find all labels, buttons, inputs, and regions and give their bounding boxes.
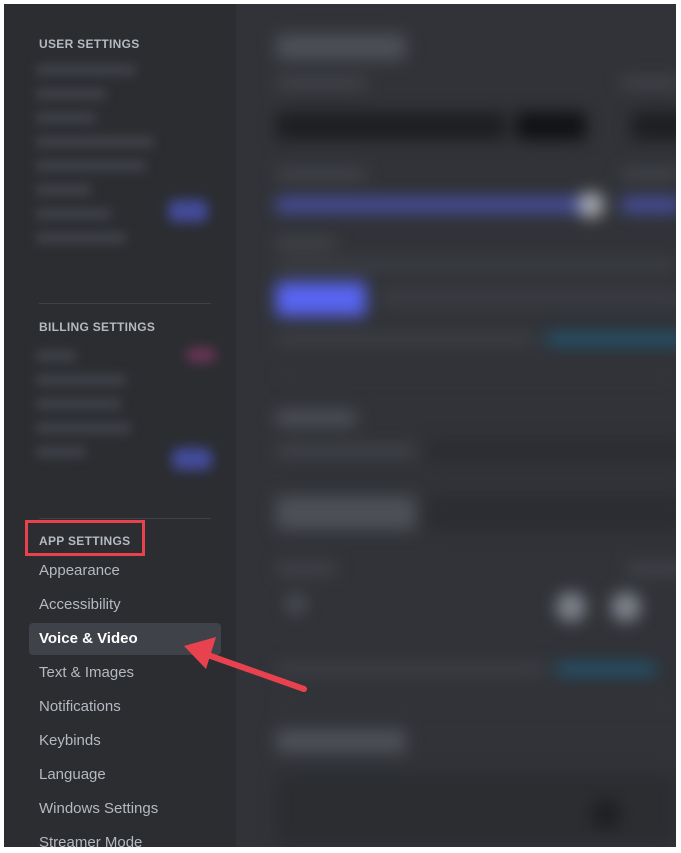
annotation-arrow bbox=[184, 637, 307, 692]
arrow-shaft bbox=[202, 651, 307, 692]
arrow-head bbox=[184, 637, 216, 669]
